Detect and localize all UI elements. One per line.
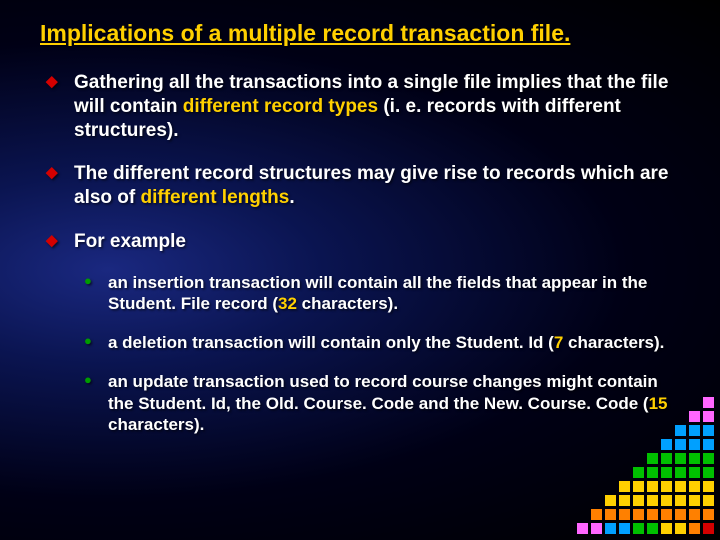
decor-square bbox=[689, 467, 700, 478]
decor-square bbox=[703, 467, 714, 478]
decor-square bbox=[591, 509, 602, 520]
decor-square bbox=[675, 481, 686, 492]
sub-bullet-2: a deletion transaction will contain only… bbox=[74, 332, 680, 353]
decor-square bbox=[689, 411, 700, 422]
decor-square bbox=[661, 467, 672, 478]
decor-square bbox=[703, 495, 714, 506]
decor-square bbox=[661, 453, 672, 464]
decor-square bbox=[633, 467, 644, 478]
decor-square bbox=[661, 509, 672, 520]
decor-square bbox=[675, 453, 686, 464]
decor-square bbox=[647, 523, 658, 534]
sub-1-highlight: 32 bbox=[278, 294, 297, 313]
decor-square bbox=[703, 425, 714, 436]
bullet-3-text: For example bbox=[74, 231, 186, 252]
slide-title: Implications of a multiple record transa… bbox=[40, 20, 680, 47]
decor-square bbox=[689, 509, 700, 520]
decor-square bbox=[675, 495, 686, 506]
decor-square bbox=[703, 481, 714, 492]
decor-square bbox=[605, 509, 616, 520]
bullet-1: Gathering all the transactions into a si… bbox=[40, 71, 680, 142]
decor-square bbox=[675, 425, 686, 436]
decor-square bbox=[703, 397, 714, 408]
main-list: Gathering all the transactions into a si… bbox=[40, 71, 680, 435]
decor-square bbox=[619, 481, 630, 492]
decor-square bbox=[689, 523, 700, 534]
corner-decoration bbox=[577, 397, 714, 534]
sub-3-text-a: an update transaction used to record cou… bbox=[108, 372, 658, 412]
decor-square bbox=[647, 509, 658, 520]
decor-square bbox=[689, 453, 700, 464]
decor-square bbox=[675, 467, 686, 478]
sub-2-text-a: a deletion transaction will contain only… bbox=[108, 333, 554, 352]
sub-bullet-1: an insertion transaction will contain al… bbox=[74, 272, 680, 315]
decor-square bbox=[647, 495, 658, 506]
bullet-2-highlight: different lengths bbox=[141, 187, 290, 208]
decor-square bbox=[619, 495, 630, 506]
decor-square bbox=[661, 523, 672, 534]
decor-square bbox=[661, 439, 672, 450]
decor-square bbox=[647, 467, 658, 478]
decor-square bbox=[703, 509, 714, 520]
decor-square bbox=[577, 523, 588, 534]
decor-square bbox=[605, 495, 616, 506]
decor-square bbox=[703, 411, 714, 422]
decor-square bbox=[647, 481, 658, 492]
decor-square bbox=[689, 439, 700, 450]
decor-square bbox=[675, 439, 686, 450]
sub-2-highlight: 7 bbox=[554, 333, 563, 352]
sub-1-text-b: characters). bbox=[297, 294, 398, 313]
decor-square bbox=[703, 439, 714, 450]
decor-square bbox=[703, 523, 714, 534]
decor-square bbox=[591, 523, 602, 534]
bullet-2: The different record structures may give… bbox=[40, 162, 680, 210]
sub-3-text-b: characters). bbox=[108, 415, 204, 434]
decor-square bbox=[661, 481, 672, 492]
sub-2-text-b: characters). bbox=[563, 333, 664, 352]
decor-square bbox=[647, 453, 658, 464]
decor-square bbox=[633, 495, 644, 506]
decor-square bbox=[689, 495, 700, 506]
decor-square bbox=[675, 523, 686, 534]
decor-square bbox=[689, 425, 700, 436]
decor-square bbox=[619, 523, 630, 534]
decor-square bbox=[633, 481, 644, 492]
decor-square bbox=[689, 481, 700, 492]
decor-square bbox=[605, 523, 616, 534]
decor-square bbox=[633, 509, 644, 520]
bullet-1-highlight: different record types bbox=[183, 96, 378, 117]
decor-square bbox=[661, 495, 672, 506]
decor-square bbox=[703, 453, 714, 464]
decor-square bbox=[675, 509, 686, 520]
decor-square bbox=[619, 509, 630, 520]
decor-square bbox=[633, 523, 644, 534]
bullet-2-text-b: . bbox=[289, 187, 294, 208]
